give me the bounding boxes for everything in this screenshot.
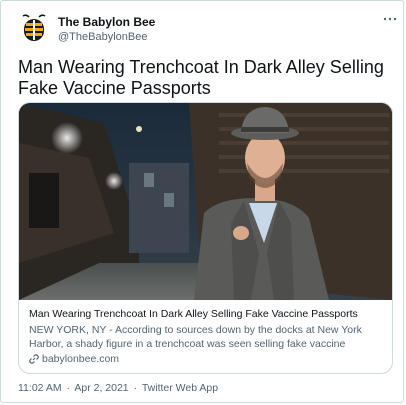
more-dots-icon[interactable] [383,15,397,23]
link-icon [29,354,39,364]
tweet-date[interactable]: Apr 2, 2021 [74,382,128,394]
card-domain[interactable]: babylonbee.com [29,353,389,365]
tweet-container: The Babylon Bee @TheBabylonBee Man Weari… [0,0,404,403]
author-handle[interactable]: @TheBabylonBee [58,31,147,43]
card-domain-text[interactable]: babylonbee.com [42,353,119,365]
tweet-text: Man Wearing Trenchcoat In Dark Alley Sel… [18,57,384,98]
card-title[interactable]: Man Wearing Trenchcoat In Dark Alley Sel… [29,308,389,320]
card-image[interactable] [19,103,392,300]
meta-separator: · [133,382,138,394]
card-body[interactable]: Man Wearing Trenchcoat In Dark Alley Sel… [29,308,389,365]
meta-separator: · [66,382,71,394]
babylon-bee-logo-icon[interactable] [18,13,50,45]
link-card[interactable]: Man Wearing Trenchcoat In Dark Alley Sel… [18,102,393,374]
tweet-time[interactable]: 11:02 AM [18,382,62,394]
tweet-source[interactable]: Twitter Web App [142,382,218,394]
author-name[interactable]: The Babylon Bee [58,15,155,29]
tweet-meta: 11:02 AM · Apr 2, 2021 · Twitter Web App [18,382,220,394]
card-description: NEW YORK, NY - According to sources down… [29,324,362,350]
